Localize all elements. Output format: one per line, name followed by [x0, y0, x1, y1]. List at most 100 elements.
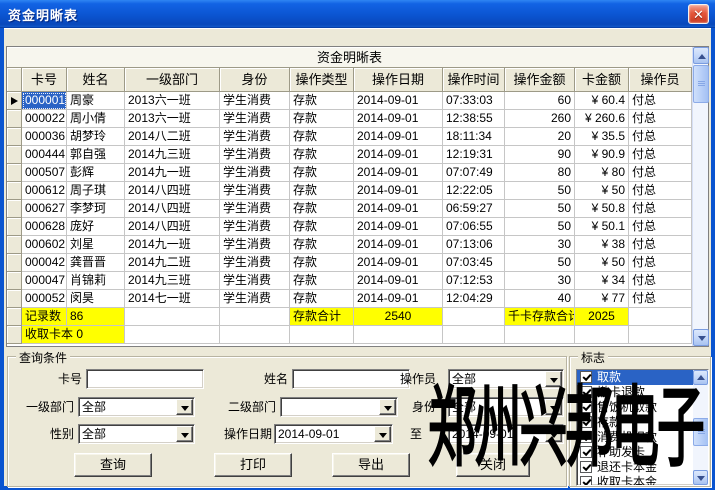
- cell-op-type[interactable]: 存款: [290, 146, 354, 164]
- cell-card-balance[interactable]: ¥ 80: [575, 164, 629, 182]
- op-date-combobox[interactable]: 2014-09-01: [274, 424, 393, 444]
- cell-card-balance[interactable]: ¥ 50.8: [575, 200, 629, 218]
- cell-identity[interactable]: 学生消费: [220, 146, 290, 164]
- cell-operator[interactable]: 付总: [629, 290, 692, 308]
- cell-op-time[interactable]: 18:11:34: [443, 128, 505, 146]
- query-button[interactable]: 查询: [74, 453, 152, 477]
- cell-op-type[interactable]: 存款: [290, 92, 354, 110]
- flag-list-item[interactable]: 售饭机取款: [577, 400, 693, 415]
- identity-combobox[interactable]: 全部: [448, 397, 564, 417]
- date-to-combobox[interactable]: 2014-09-01: [448, 424, 564, 444]
- cell-op-amount[interactable]: 90: [505, 146, 575, 164]
- cell-op-amount[interactable]: 40: [505, 290, 575, 308]
- cell-operator[interactable]: 付总: [629, 146, 692, 164]
- flag-list-item[interactable]: 收取卡本金: [577, 475, 693, 486]
- cell-card-balance[interactable]: ¥ 60.4: [575, 92, 629, 110]
- cell-op-date[interactable]: 2014-09-01: [354, 272, 443, 290]
- cell-dept1[interactable]: 2014八四班: [125, 182, 220, 200]
- cell-identity[interactable]: 学生消费: [220, 272, 290, 290]
- cell-op-time[interactable]: 07:12:53: [443, 272, 505, 290]
- cell-identity[interactable]: 学生消费: [220, 182, 290, 200]
- flag-list-item[interactable]: 存款: [577, 415, 693, 430]
- cell-op-type[interactable]: 存款: [290, 182, 354, 200]
- dropdown-button[interactable]: [374, 426, 391, 442]
- cell-card-balance[interactable]: ¥ 38: [575, 236, 629, 254]
- cell-op-time[interactable]: 07:33:03: [443, 92, 505, 110]
- cell-op-time[interactable]: 07:13:06: [443, 236, 505, 254]
- cell-op-amount[interactable]: 50: [505, 200, 575, 218]
- cell-name[interactable]: 刘星: [67, 236, 125, 254]
- dropdown-button[interactable]: [176, 399, 193, 415]
- cell-operator[interactable]: 付总: [629, 218, 692, 236]
- cell-dept1[interactable]: 2014九一班: [125, 164, 220, 182]
- column-header[interactable]: 操作金额: [505, 68, 575, 92]
- print-button[interactable]: 打印: [214, 453, 292, 477]
- close-button[interactable]: ✕: [688, 4, 709, 24]
- cell-dept1[interactable]: 2014八四班: [125, 218, 220, 236]
- cell-operator[interactable]: 付总: [629, 182, 692, 200]
- cell-dept1[interactable]: 2014九三班: [125, 146, 220, 164]
- cell-card-balance[interactable]: ¥ 50.1: [575, 218, 629, 236]
- cell-card-no[interactable]: 000612: [22, 182, 67, 200]
- cell-op-date[interactable]: 2014-09-01: [354, 92, 443, 110]
- column-header[interactable]: 操作类型: [290, 68, 354, 92]
- cell-card-no[interactable]: 000047: [22, 272, 67, 290]
- cell-dept1[interactable]: 2014九二班: [125, 254, 220, 272]
- cell-card-no[interactable]: 000628: [22, 218, 67, 236]
- cell-dept1[interactable]: 2014九一班: [125, 236, 220, 254]
- cell-op-type[interactable]: 存款: [290, 254, 354, 272]
- flags-checkbox-list[interactable]: 取款 撤卡退款 售饭机取款 存款 消费机扣款 补助发卡 退还卡本金: [576, 369, 709, 486]
- dropdown-button[interactable]: [545, 371, 562, 387]
- cell-op-time[interactable]: 07:03:45: [443, 254, 505, 272]
- cell-dept1[interactable]: 2013六一班: [125, 92, 220, 110]
- cell-identity[interactable]: 学生消费: [220, 254, 290, 272]
- cell-card-balance[interactable]: ¥ 50: [575, 254, 629, 272]
- checkbox-checked-icon[interactable]: [580, 476, 592, 486]
- scroll-down-button[interactable]: [693, 329, 709, 346]
- dept1-combobox[interactable]: 全部: [78, 397, 195, 417]
- cell-op-date[interactable]: 2014-09-01: [354, 110, 443, 128]
- flag-list-item[interactable]: 消费机扣款: [577, 430, 693, 445]
- cell-card-no[interactable]: 000042: [22, 254, 67, 272]
- cell-card-balance[interactable]: ¥ 260.6: [575, 110, 629, 128]
- column-header[interactable]: 操作员: [629, 68, 692, 92]
- cell-op-amount[interactable]: 20: [505, 128, 575, 146]
- cell-op-amount[interactable]: 60: [505, 92, 575, 110]
- cell-identity[interactable]: 学生消费: [220, 200, 290, 218]
- cell-identity[interactable]: 学生消费: [220, 218, 290, 236]
- cell-op-amount[interactable]: 50: [505, 254, 575, 272]
- cell-op-date[interactable]: 2014-09-01: [354, 218, 443, 236]
- cell-op-type[interactable]: 存款: [290, 272, 354, 290]
- scroll-up-button[interactable]: [693, 370, 708, 385]
- dropdown-button[interactable]: [176, 426, 193, 442]
- column-header[interactable]: 身份: [220, 68, 290, 92]
- cell-identity[interactable]: 学生消费: [220, 290, 290, 308]
- checkbox-checked-icon[interactable]: [580, 461, 592, 473]
- flag-list-item[interactable]: 取款: [577, 370, 693, 385]
- column-header[interactable]: 姓名: [67, 68, 125, 92]
- cell-name[interactable]: 周小倩: [67, 110, 125, 128]
- flag-list-item[interactable]: 补助发卡: [577, 445, 693, 460]
- cell-name[interactable]: 周豪: [67, 92, 125, 110]
- cell-op-amount[interactable]: 30: [505, 236, 575, 254]
- cell-identity[interactable]: 学生消费: [220, 236, 290, 254]
- cell-op-time[interactable]: 12:04:29: [443, 290, 505, 308]
- cell-card-no[interactable]: 000036: [22, 128, 67, 146]
- checkbox-checked-icon[interactable]: [580, 386, 592, 398]
- flags-scrollbar[interactable]: [693, 370, 708, 485]
- cell-identity[interactable]: 学生消费: [220, 128, 290, 146]
- cell-op-amount[interactable]: 80: [505, 164, 575, 182]
- cell-op-date[interactable]: 2014-09-01: [354, 200, 443, 218]
- cell-operator[interactable]: 付总: [629, 92, 692, 110]
- cell-op-date[interactable]: 2014-09-01: [354, 164, 443, 182]
- dropdown-button[interactable]: [379, 399, 396, 415]
- table-scrollbar[interactable]: [692, 47, 708, 346]
- cell-op-type[interactable]: 存款: [290, 164, 354, 182]
- cell-dept1[interactable]: 2014八四班: [125, 200, 220, 218]
- cell-name[interactable]: 郭自强: [67, 146, 125, 164]
- export-button[interactable]: 导出: [332, 453, 410, 477]
- column-header[interactable]: 卡号: [22, 68, 67, 92]
- cell-op-date[interactable]: 2014-09-01: [354, 128, 443, 146]
- cell-name[interactable]: 龚晋晋: [67, 254, 125, 272]
- cell-name[interactable]: 胡梦玲: [67, 128, 125, 146]
